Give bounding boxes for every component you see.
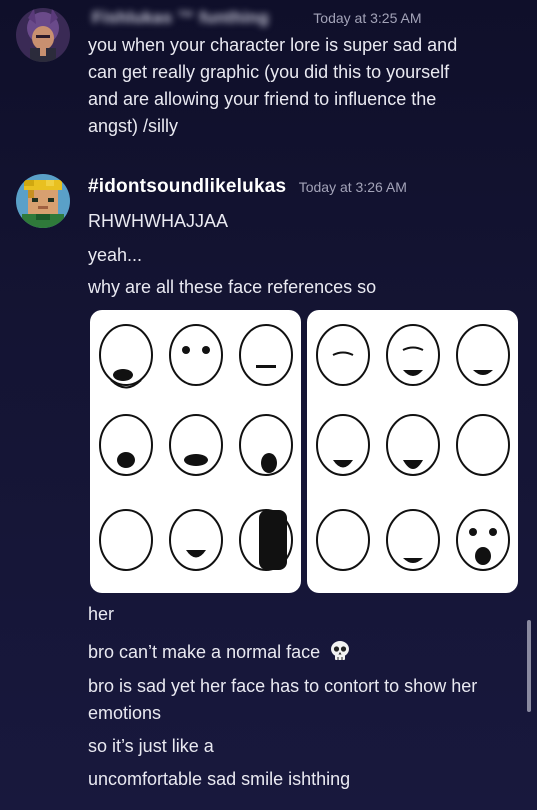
message-line: and are allowing your friend to influenc… [88,89,437,109]
message-text: bro can’t make a normal face [88,642,321,662]
message-line: uncomfortable sad smile ishthing [88,769,351,789]
face-reference-image-1[interactable] [90,310,301,593]
pixel-character-avatar-icon [16,174,70,228]
image-attachments [90,310,518,593]
username[interactable]: #idontsoundlikelukas [88,176,286,197]
message-line: yeah... [88,245,143,265]
scrollbar[interactable] [527,620,531,712]
message-line: so it’s just like a [88,736,214,756]
face-sketch-grid-icon [98,324,293,571]
timestamp: Today at 3:26 AM [298,179,407,195]
message-header: #idontsoundlikelukas Today at 3:26 AM [88,176,407,198]
message-line: you when your character lore is super sa… [88,35,458,55]
message-header: Fishlukas ™ funthing Today at 3:25 AM [92,8,421,28]
chat-view: Fishlukas ™ funthing Today at 3:25 AM yo… [0,0,537,810]
face-reference-image-2[interactable] [307,310,518,593]
message-line: can get really graphic (you did this to … [88,62,450,82]
message-line: her [88,604,115,624]
message-line: bro is sad yet her face has to contort t… [88,676,478,696]
message-line: why are all these face references so [88,277,377,297]
username[interactable]: Fishlukas ™ funthing [92,8,269,27]
avatar[interactable] [16,8,70,62]
avatar[interactable] [16,174,70,228]
message-line: angst) /silly [88,116,179,136]
message-line: emotions [88,703,162,723]
anime-character-avatar-icon [16,8,70,62]
message-line: bro can’t make a normal face [88,639,528,666]
face-sketch-grid-icon [315,324,510,571]
skull-icon [329,640,351,662]
message-line: RHWHWHAJJAA [88,211,228,231]
timestamp: Today at 3:25 AM [313,10,422,26]
